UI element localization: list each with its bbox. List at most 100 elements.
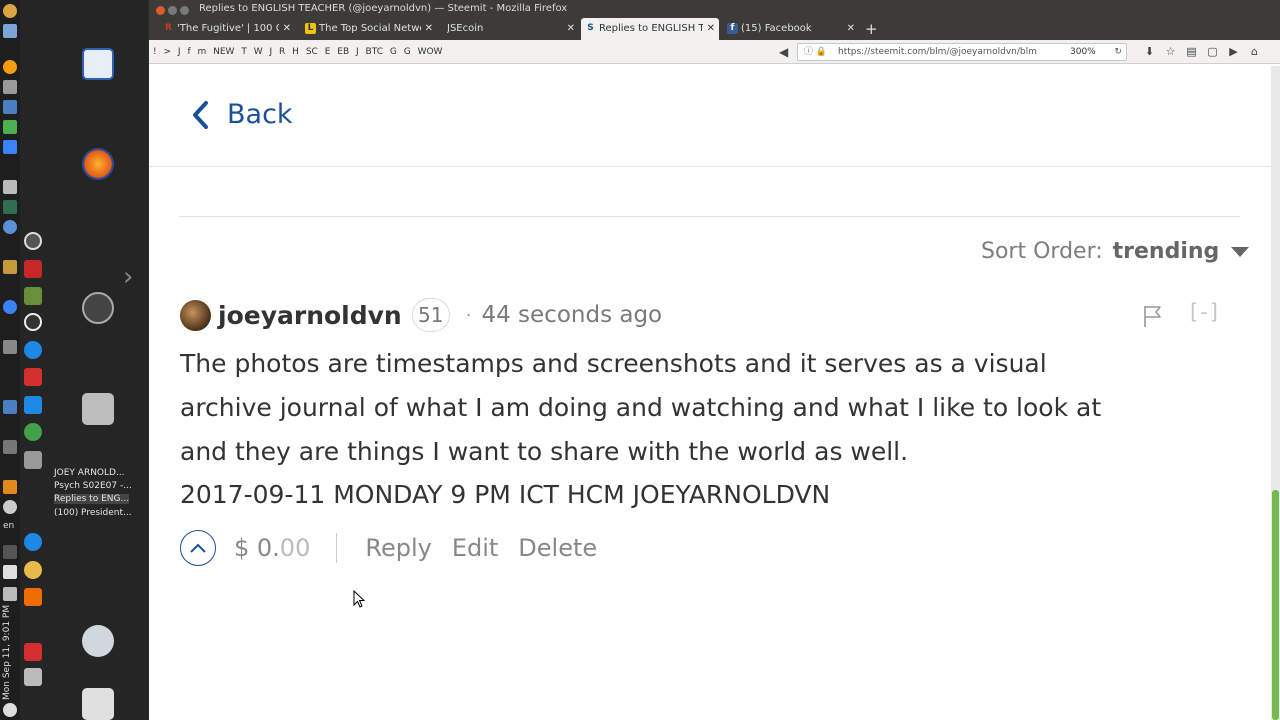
terminal-icon[interactable] [3,340,17,354]
bitcoin-icon[interactable] [3,60,17,74]
bookmark-item[interactable]: W [254,47,263,57]
tab-social-network[interactable]: L The Top Social Netwo ✕ [301,18,437,40]
reply-button[interactable]: Reply [365,534,431,562]
obs-icon[interactable] [24,232,42,250]
window-list-item[interactable]: Replies to ENG... [54,494,130,504]
app-icon[interactable] [24,287,42,305]
bookmark-item[interactable]: R [279,47,285,57]
bookmark-item[interactable]: G [390,47,397,57]
scrollbar-thumb[interactable] [1272,490,1279,720]
delete-button[interactable]: Delete [518,534,597,562]
close-icon[interactable]: ✕ [567,18,575,40]
url-text[interactable]: https://steemit.com/blm/@joeyarnoldvn/bl… [838,44,1053,60]
bookmark-item[interactable]: H [292,47,299,57]
bookmark-item[interactable]: NEW [213,47,234,57]
archive-icon[interactable] [82,393,114,425]
edit-button[interactable]: Edit [452,534,498,562]
close-icon[interactable]: ✕ [425,18,433,40]
monitor-icon[interactable] [3,200,17,214]
author-link[interactable]: joeyarnoldvn [218,301,402,330]
dogecoin-icon[interactable] [24,561,42,579]
scrollbar[interactable] [1271,66,1280,720]
tab-facebook[interactable]: f (15) Facebook ✕ [723,18,859,40]
pocket-icon[interactable]: ▢ [1202,40,1223,64]
filezilla-icon[interactable] [24,643,42,661]
clock[interactable]: Mon Sep 11, 9:01 PM [2,600,18,700]
download-icon[interactable]: ⬇ [1139,40,1160,64]
tab-replies-steemit[interactable]: S Replies to ENGLISH TE ✕ [581,18,719,40]
tray-app-icon[interactable] [3,24,17,38]
app-icon[interactable] [3,400,17,414]
trash-icon[interactable] [82,688,114,720]
window-close-button[interactable] [156,6,165,15]
keyboard-language[interactable]: en [3,521,14,531]
sort-order-dropdown[interactable]: Sort Order: trending [981,239,1250,264]
bookmark-item[interactable]: G [404,47,411,57]
star-icon[interactable]: ☆ [1160,40,1181,64]
chrome-icon[interactable] [3,300,17,314]
spreadsheet-icon[interactable] [3,120,17,134]
battery-icon[interactable] [3,587,17,601]
window-list-item[interactable]: Psych S02E07 -... [54,481,132,491]
app-icon[interactable] [3,220,17,234]
volume-icon[interactable] [3,565,17,579]
close-icon[interactable]: ✕ [707,18,715,40]
firefox-icon[interactable] [82,148,114,180]
bookmark-item[interactable]: EB [337,47,349,57]
grid-icon[interactable] [3,140,17,154]
collapse-button[interactable]: [-] [1190,300,1220,324]
youtube-icon[interactable]: ▶ [1223,40,1244,64]
back-link[interactable]: Back [191,99,293,130]
home-icon[interactable]: ⌂ [1244,40,1265,64]
atom-icon[interactable] [24,533,42,551]
bookmark-item[interactable]: J [356,47,359,57]
bookmark-item[interactable]: f [187,47,190,57]
app-icon[interactable] [24,260,42,278]
app-icon[interactable] [24,313,42,331]
bookmark-item[interactable]: > [163,47,171,57]
ubuntu-icon[interactable] [3,4,17,18]
filezilla-icon[interactable] [24,368,42,386]
wifi-icon[interactable] [3,500,17,514]
reload-icon[interactable]: ↻ [1114,44,1122,60]
flag-icon[interactable] [1142,304,1164,328]
payout-amount[interactable]: $ 0.00 [234,534,310,562]
vlc-icon[interactable] [24,588,42,606]
upvote-button[interactable] [180,530,216,566]
calc-icon[interactable] [3,100,17,114]
bookmark-item[interactable]: BTC [366,47,383,57]
user-icon[interactable] [82,625,114,657]
bookmark-item[interactable]: m [197,47,206,57]
chevron-right-icon[interactable]: › [123,262,133,292]
close-icon[interactable]: ✕ [847,18,855,40]
app-icon[interactable] [3,440,17,454]
bookmark-item[interactable]: ! [153,47,157,57]
app-icon[interactable] [24,451,42,469]
folder-icon[interactable] [3,260,17,274]
bookmark-item[interactable]: J [178,47,181,57]
bookmark-item[interactable]: E [325,47,331,57]
file-icon[interactable] [3,180,17,194]
library-icon[interactable]: ▤ [1181,40,1202,64]
new-tab-button[interactable]: + [865,18,878,40]
app-icon[interactable] [24,423,42,441]
timestamp-link[interactable]: 44 seconds ago [481,302,662,328]
bookmark-item[interactable]: SC [306,47,318,57]
browser-back-button[interactable]: ◀ [779,40,788,64]
document-icon[interactable] [3,80,17,94]
bookmark-item[interactable]: T [241,47,247,57]
url-bar[interactable]: ⓘ 🔒 https://steemit.com/blm/@joeyarnoldv… [797,43,1127,61]
app-icon[interactable] [24,668,42,686]
bluetooth-icon[interactable] [3,545,17,559]
tab-fugitive[interactable]: R 'The Fugitive' | 100 Gr ✕ [159,18,295,40]
window-list-item[interactable]: JOEY ARNOLD... [54,468,125,478]
atom-icon[interactable] [24,341,42,359]
power-icon[interactable] [3,703,17,717]
close-icon[interactable]: ✕ [283,18,291,40]
settings-icon[interactable] [82,292,114,324]
tab-jsecoin[interactable]: JSEcoin ✕ [443,18,579,40]
window-maximize-button[interactable] [180,6,189,15]
writer-icon[interactable] [82,48,114,80]
avatar[interactable] [180,299,211,331]
vlc-icon[interactable] [3,480,17,494]
